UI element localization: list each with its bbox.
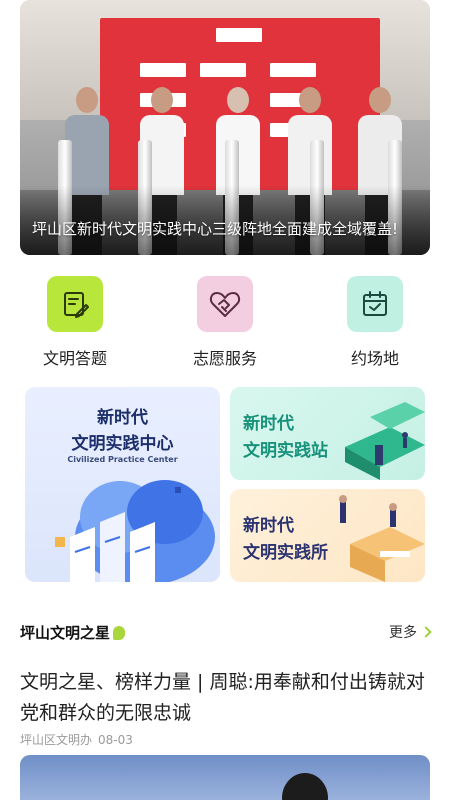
section-title-text: 坪山文明之星	[20, 624, 111, 642]
article-title[interactable]: 文明之星、榜样力量 | 周聪:用奉献和付出铸就对党和群众的无限忠诚	[20, 667, 430, 729]
banner-caption: 坪山区新时代文明实践中心三级阵地全面建成全域覆盖!	[32, 220, 399, 238]
quick-entry-volunteer[interactable]: 志愿服务	[175, 276, 275, 369]
quick-entry-label: 文明答题	[42, 349, 107, 368]
quiz-icon	[47, 276, 103, 332]
more-link-label: 更多	[389, 625, 417, 641]
article-thumbnail[interactable]	[20, 755, 430, 800]
practice-center-card[interactable]: 新时代 文明实践中心 Civilized Practice Center	[25, 387, 220, 582]
speech-bubble-icon	[113, 625, 126, 640]
station-illustration	[345, 402, 425, 480]
cloud-server-illustration	[55, 480, 215, 582]
article-source: 坪山区文明办	[20, 733, 93, 747]
quick-entry-quiz[interactable]: 文明答题	[25, 276, 125, 369]
practice-office-card[interactable]: 新时代 文明实践所	[230, 489, 425, 582]
person-photo	[282, 773, 328, 800]
quick-entry-label: 约场地	[350, 349, 399, 368]
section-title: 坪山文明之星	[20, 622, 126, 643]
more-link[interactable]: 更多	[389, 622, 432, 642]
practice-station-card[interactable]: 新时代 文明实践站	[230, 387, 425, 480]
banner-carousel[interactable]: 坪山区新时代文明实践中心三级阵地全面建成全域覆盖!	[20, 0, 430, 255]
quick-entry-venue[interactable]: 约场地	[325, 276, 425, 369]
office-illustration	[339, 495, 425, 582]
quick-entry-row: 文明答题 志愿服务 约场地	[0, 276, 450, 369]
heart-handshake-icon	[197, 276, 253, 332]
quick-entry-label: 志愿服务	[192, 349, 257, 368]
chevron-right-icon	[420, 626, 432, 638]
article-meta: 坪山区文明办 08-03	[20, 731, 133, 748]
calendar-check-icon	[347, 276, 403, 332]
article-date: 08-03	[98, 733, 133, 747]
